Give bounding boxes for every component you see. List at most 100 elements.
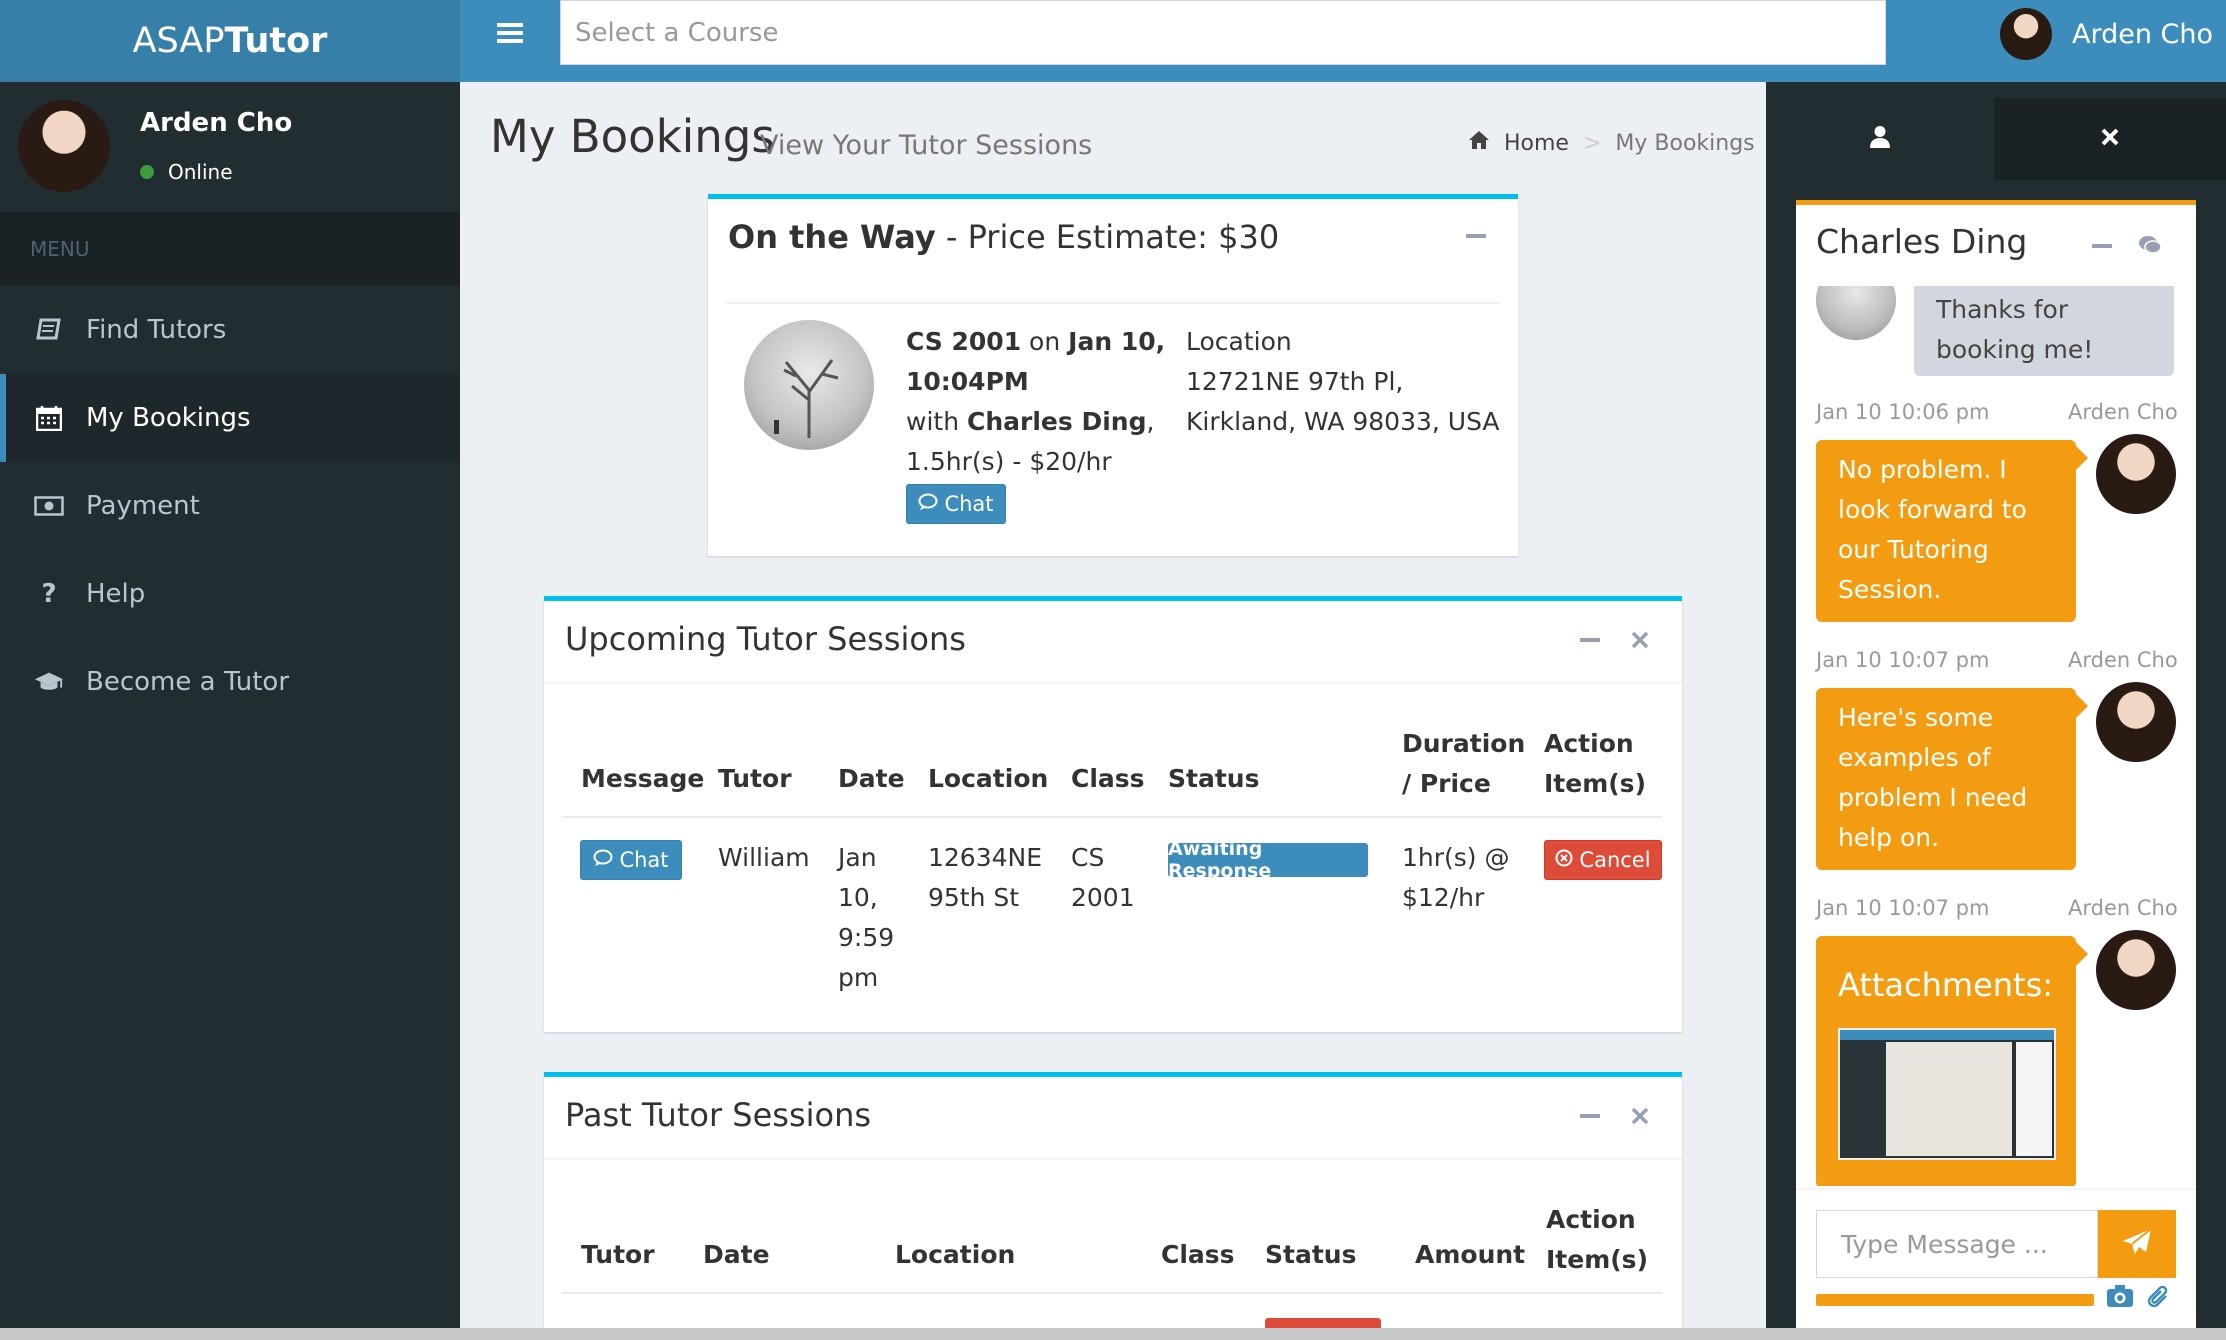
table-header-border [562, 1292, 1662, 1294]
minimize-icon[interactable] [1580, 1106, 1600, 1130]
tutor-avatar [1816, 286, 1896, 340]
column-header-amount: Amount [1415, 1240, 1526, 1269]
sidebar-item-my-bookings[interactable]: My Bookings [0, 374, 460, 462]
chat-button[interactable]: Chat [906, 484, 1006, 524]
sidebar-item-help[interactable]: ? Help [0, 550, 460, 638]
cell-line: pm [838, 963, 879, 992]
cancel-icon [1555, 848, 1573, 872]
page-subtitle: View Your Tutor Sessions [760, 130, 1093, 161]
booking-date-1: Jan 10, [1068, 327, 1166, 356]
header-line: / Price [1402, 769, 1491, 798]
booking-course: CS 2001 [906, 327, 1022, 356]
column-header-action: Action Item(s) [1544, 724, 1646, 804]
cell-line: 10, [838, 883, 878, 912]
message-line: problem I need [1838, 783, 2028, 812]
cell-line: Jan [838, 843, 877, 872]
upcoming-title: Upcoming Tutor Sessions [565, 620, 966, 658]
tab-close[interactable] [1994, 98, 2226, 180]
avatar [2000, 8, 2052, 60]
booking-tutor: Charles Ding [967, 407, 1147, 436]
sidebar-item-become-tutor[interactable]: Become a Tutor [0, 638, 460, 726]
message-line: our Tutoring [1838, 535, 1989, 564]
minimize-icon[interactable] [2092, 236, 2112, 260]
header-line: Item(s) [1544, 769, 1646, 798]
calendar-icon [34, 405, 64, 431]
send-button[interactable] [2098, 1210, 2176, 1278]
chat-message-attachment: Attachments: [1816, 936, 2076, 1186]
sidebar-item-payment[interactable]: Payment [0, 462, 460, 550]
close-icon[interactable] [1630, 1106, 1650, 1130]
column-header-class: Class [1071, 764, 1145, 793]
message-sender: Arden Cho [2068, 896, 2178, 920]
box-divider [544, 682, 1682, 684]
breadcrumb-separator: > [1582, 130, 1602, 156]
course-select[interactable]: Select a Course [560, 0, 1886, 65]
breadcrumb-home[interactable]: Home [1504, 131, 1569, 156]
chat-title: Charles Ding [1816, 222, 2028, 261]
sidebar-user-name: Arden Cho [140, 108, 293, 138]
tab-user[interactable] [1766, 98, 1994, 180]
message-timestamp: Jan 10 10:07 pm [1816, 896, 1990, 920]
book-icon [34, 318, 64, 342]
cell-class: CS 2001 [1071, 838, 1135, 918]
header-line: Duration [1402, 729, 1526, 758]
hamburger-icon[interactable] [460, 0, 560, 65]
home-icon [1468, 130, 1490, 156]
avatar [18, 100, 110, 192]
price-estimate: - Price Estimate: $30 [935, 218, 1280, 256]
upload-progress-bar [1816, 1294, 2094, 1306]
message-sender: Arden Cho [2068, 648, 2178, 672]
cell-price: 1hr(s) @ $12/hr [1402, 838, 1510, 918]
paper-plane-icon [2122, 1228, 2152, 1260]
minimize-icon[interactable] [1466, 220, 1486, 258]
chat-message-sent: Here's some examples of problem I need h… [1816, 688, 2076, 870]
paperclip-icon[interactable] [2146, 1284, 2170, 1314]
minimize-icon[interactable] [1580, 630, 1600, 654]
status-text: Online [168, 160, 233, 184]
camera-icon[interactable] [2106, 1284, 2134, 1312]
tutor-avatar [744, 320, 874, 450]
sidebar-user-status: Online [140, 160, 233, 184]
sidebar-item-find-tutors[interactable]: Find Tutors [0, 286, 460, 374]
message-line: Here's some [1838, 703, 1994, 732]
user-icon [1869, 125, 1891, 153]
chat-message-input[interactable]: Type Message ... [1816, 1210, 2098, 1278]
message-line: Thanks for [1936, 295, 2069, 324]
column-header-status: Status [1265, 1240, 1357, 1269]
breadcrumb: Home > My Bookings [1468, 130, 1755, 156]
cell-line: $12/hr [1402, 883, 1485, 912]
chat-footer-border [1796, 1188, 2196, 1190]
app-logo[interactable]: ASAP Tutor [0, 0, 460, 82]
location-line-2: Kirkland, WA 98033, USA [1186, 407, 1500, 436]
chat-messages: Thanks for booking me! Jan 10 10:06 pm A… [1796, 286, 2196, 1186]
column-header-tutor: Tutor [581, 1240, 655, 1269]
avatar [2096, 682, 2176, 762]
thumbnail-panel [2016, 1042, 2052, 1156]
chat-button-label: Chat [944, 492, 994, 516]
column-header-date: Date [838, 764, 905, 793]
thumbnail-header [1840, 1030, 2054, 1040]
cell-line: 9:59 [838, 923, 895, 952]
money-icon [34, 496, 64, 516]
header-line: Action [1546, 1205, 1636, 1234]
top-user-menu[interactable]: Arden Cho [2000, 8, 2213, 60]
booking-duration: 1.5hr(s) - $20/hr [906, 447, 1112, 476]
sidebar-item-label: Payment [86, 491, 200, 521]
comments-icon[interactable] [2138, 234, 2162, 260]
sidebar-item-label: Help [86, 579, 146, 609]
chat-button[interactable]: Chat [580, 840, 682, 880]
close-icon[interactable] [1630, 630, 1650, 654]
cell-line: 1hr(s) @ [1402, 843, 1510, 872]
on-the-way-title-bold: On the Way [728, 218, 936, 256]
status-badge: Awaiting Response [1168, 838, 1368, 882]
course-select-placeholder: Select a Course [575, 17, 779, 48]
cancel-button[interactable]: Cancel [1544, 840, 1662, 880]
column-header-status: Status [1168, 764, 1260, 793]
cancel-button-label: Cancel [1579, 848, 1651, 872]
on-the-way-title: On the Way - Price Estimate: $30 [728, 218, 1279, 256]
cell-date: Jan 10, 9:59 pm [838, 838, 894, 998]
attachment-thumbnail[interactable] [1838, 1028, 2056, 1160]
logo-bold-text: Tutor [224, 21, 328, 61]
header-line: Item(s) [1546, 1245, 1648, 1274]
table-header-border [562, 816, 1662, 818]
